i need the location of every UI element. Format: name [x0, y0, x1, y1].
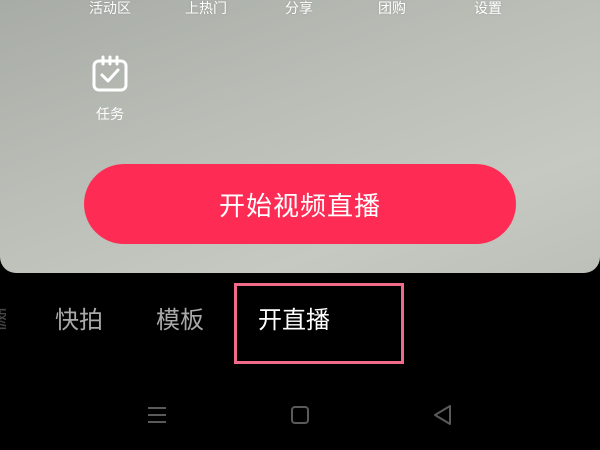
home-button[interactable] — [285, 400, 315, 430]
group-buy-button[interactable]: 团购 — [378, 0, 406, 18]
task-button[interactable]: 任务 — [80, 54, 140, 134]
task-label: 任务 — [96, 107, 124, 123]
mode-tab-quick-shot[interactable]: 快拍 — [55, 300, 103, 340]
menu-icon — [148, 407, 166, 423]
task-checklist-icon — [92, 55, 128, 92]
share-button[interactable]: 分享 — [285, 0, 313, 18]
menu-button[interactable] — [142, 400, 172, 430]
mode-tab-go-live[interactable]: 开直播 — [258, 300, 330, 340]
mode-tab-partial[interactable]: 图 — [0, 300, 6, 340]
back-button[interactable] — [428, 400, 458, 430]
activity-area-button[interactable]: 活动区 — [89, 0, 131, 18]
settings-button[interactable]: 设置 — [474, 0, 502, 18]
boost-hot-button[interactable]: 上热门 — [185, 0, 227, 18]
back-icon — [434, 405, 451, 425]
mode-tab-template[interactable]: 模板 — [156, 300, 204, 340]
live-preview-area: 活动区 上热门 分享 团购 设置 任务 开始视频直播 — [0, 0, 600, 273]
start-live-button[interactable]: 开始视频直播 — [84, 164, 516, 244]
home-icon — [291, 406, 309, 424]
